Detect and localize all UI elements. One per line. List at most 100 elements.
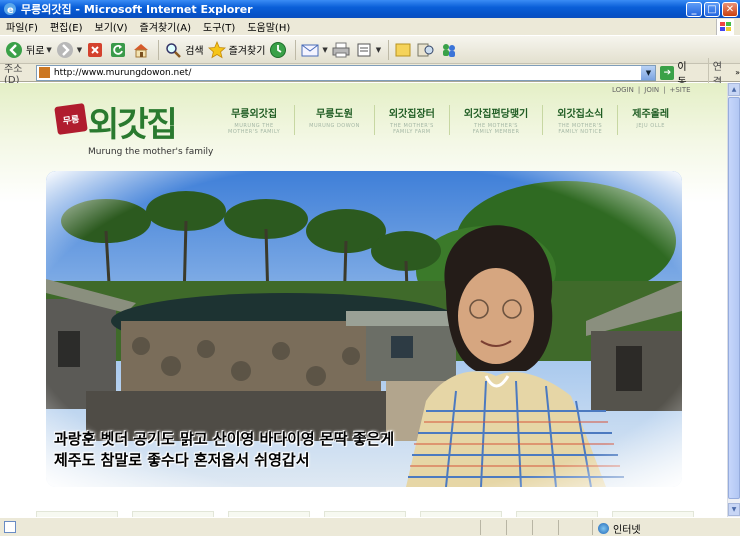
hero-image: 과랑훈 벳더 공기도 맑고 산이영 바다이영 몬딱 좋은게 제주도 참말로 좋수…	[46, 171, 682, 487]
messenger-button[interactable]	[439, 38, 459, 62]
hero-caption-line: 과랑훈 벳더 공기도 맑고 산이영 바다이영 몬딱 좋은게	[54, 430, 395, 448]
minimize-button[interactable]: _	[686, 1, 702, 17]
logo-brand: 외갓집	[88, 105, 178, 145]
scroll-up-icon[interactable]: ▲	[728, 83, 740, 96]
menu-help[interactable]: 도움말(H)	[241, 19, 296, 34]
stop-button[interactable]	[85, 38, 105, 62]
link-divider: |	[663, 86, 666, 94]
nav-label: 제주올레	[632, 109, 670, 120]
star-icon	[207, 40, 227, 60]
address-dropdown-icon[interactable]: ▼	[641, 65, 656, 80]
links-more-icon[interactable]: »	[735, 68, 740, 77]
menu-favorites[interactable]: 즐겨찾기(A)	[134, 19, 197, 34]
page-content: LOGIN | JOIN | +SITE 무릉 외갓집 Murung the m…	[0, 83, 727, 517]
scroll-down-icon[interactable]: ▼	[728, 503, 740, 516]
menu-tools[interactable]: 도구(T)	[197, 19, 241, 34]
nav-sublabel: MURUNG THE MOTHER'S FAMILY	[228, 123, 281, 135]
join-link[interactable]: JOIN	[644, 86, 659, 94]
research-button[interactable]	[416, 38, 436, 62]
address-bar: 주소(D) http://www.murungdowon.net/ ▼ ➔ 이동…	[0, 57, 740, 88]
status-pane-divider	[558, 519, 559, 535]
home-button[interactable]	[131, 38, 151, 62]
nav-item-murung-mothers-family[interactable]: 무릉외갓집 MURUNG THE MOTHER'S FAMILY	[214, 105, 294, 135]
mail-dropdown-icon[interactable]: ▼	[322, 46, 327, 54]
menu-edit[interactable]: 편집(E)	[44, 19, 89, 34]
research-icon	[416, 40, 436, 60]
nav-label: 무릉도원	[316, 109, 353, 120]
favorites-button[interactable]: 즐겨찾기	[207, 38, 266, 62]
toolbar-separator	[158, 39, 160, 60]
status-pane-divider	[506, 519, 507, 535]
menu-bar: 파일(F) 편집(E) 보기(V) 즐겨찾기(A) 도구(T) 도움말(H)	[0, 18, 740, 36]
history-button[interactable]	[268, 38, 288, 62]
nav-sublabel: THE MOTHER'S FAMILY NOTICE	[558, 123, 603, 135]
nav-label: 무릉외갓집	[231, 109, 278, 120]
printer-icon	[331, 40, 351, 60]
nav-item-jeju-olle[interactable]: 제주올레 JEJU OLLE	[617, 105, 683, 135]
svg-text:e: e	[7, 5, 14, 16]
hero-caption: 과랑훈 벳더 공기도 맑고 산이영 바다이영 몬딱 좋은게 제주도 참말로 좋수…	[54, 429, 394, 471]
back-label: 뒤로	[26, 46, 45, 57]
menu-file[interactable]: 파일(F)	[0, 19, 44, 34]
toolbar-separator	[388, 39, 390, 60]
nav-sublabel: THE MOTHER'S FAMILY MEMBER	[472, 123, 520, 135]
vertical-scrollbar[interactable]: ▲ ▼	[727, 83, 740, 517]
favorites-label: 즐겨찾기	[228, 46, 266, 57]
stop-icon	[85, 40, 105, 60]
print-button[interactable]	[331, 38, 351, 62]
nav-label: 외갓집소식	[557, 109, 604, 120]
close-button[interactable]: ✕	[722, 1, 738, 17]
nav-item-family-notice[interactable]: 외갓집소식 THE MOTHER'S FAMILY NOTICE	[542, 105, 617, 135]
refresh-icon	[108, 40, 128, 60]
back-button[interactable]: 뒤로 ▼	[4, 38, 52, 62]
address-label: 주소(D)	[4, 63, 23, 86]
page-status-icon	[4, 521, 16, 533]
zone-label: 인터넷	[613, 525, 641, 536]
search-icon	[163, 40, 183, 60]
refresh-button[interactable]	[108, 38, 128, 62]
status-bar: 인터넷	[0, 517, 740, 536]
status-pane-divider	[480, 519, 481, 535]
nav-sublabel: JEJU OLLE	[636, 123, 665, 129]
discuss-button[interactable]	[393, 38, 413, 62]
nav-item-family-member[interactable]: 외갓집편당맺기 THE MOTHER'S FAMILY MEMBER	[448, 105, 542, 135]
maximize-button[interactable]: □	[704, 1, 720, 17]
mail-icon	[300, 40, 320, 60]
mail-button[interactable]: ▼	[300, 38, 328, 62]
edit-button[interactable]: ▼	[354, 38, 381, 62]
hero-caption-line: 제주도 참말로 좋수다 혼저옵서 쉬영갑서	[54, 451, 310, 469]
nav-item-murung-dowon[interactable]: 무릉도원 MURUNG DOWON	[294, 105, 374, 135]
forward-button[interactable]: ▼	[55, 38, 82, 62]
menu-view[interactable]: 보기(V)	[89, 19, 134, 34]
status-pane-divider	[592, 519, 593, 535]
forward-dropdown-icon[interactable]: ▼	[77, 46, 82, 54]
search-label: 검색	[185, 46, 204, 57]
title-bar: e 무릉외갓집 - Microsoft Internet Explorer _ …	[0, 0, 740, 18]
folder-icon	[393, 40, 413, 60]
address-field[interactable]: http://www.murungdowon.net/ ▼	[35, 64, 657, 81]
window-title: 무릉외갓집 - Microsoft Internet Explorer	[21, 3, 253, 16]
back-dropdown-icon[interactable]: ▼	[46, 46, 51, 54]
site-logo[interactable]: 무릉 외갓집 Murung the mother's family	[52, 97, 213, 163]
nav-sublabel: THE MOTHER'S FAMILY FARM	[389, 123, 434, 135]
nav-label: 외갓집장터	[388, 109, 435, 120]
go-arrow-icon: ➔	[660, 65, 675, 80]
document-icon	[354, 40, 374, 60]
back-arrow-icon	[4, 40, 24, 60]
login-link[interactable]: LOGIN	[612, 86, 634, 94]
address-url[interactable]: http://www.murungdowon.net/	[54, 68, 641, 78]
history-icon	[268, 40, 288, 60]
site-link[interactable]: +SITE	[669, 86, 690, 94]
main-nav: 무릉외갓집 MURUNG THE MOTHER'S FAMILY 무릉도원 MU…	[214, 105, 683, 135]
ie-app-icon: e	[4, 3, 16, 16]
toolbar-separator	[295, 39, 297, 60]
nav-item-family-farm[interactable]: 외갓집장터 THE MOTHER'S FAMILY FARM	[373, 105, 449, 135]
edit-dropdown-icon[interactable]: ▼	[376, 46, 381, 54]
security-zone: 인터넷	[598, 521, 641, 536]
forward-arrow-icon	[55, 40, 75, 60]
link-divider: |	[637, 86, 641, 94]
search-button[interactable]: 검색	[163, 38, 204, 62]
scrollbar-thumb[interactable]	[728, 97, 740, 499]
logo-tag: 무릉	[54, 103, 88, 135]
nav-sublabel: MURUNG DOWON	[309, 123, 360, 129]
